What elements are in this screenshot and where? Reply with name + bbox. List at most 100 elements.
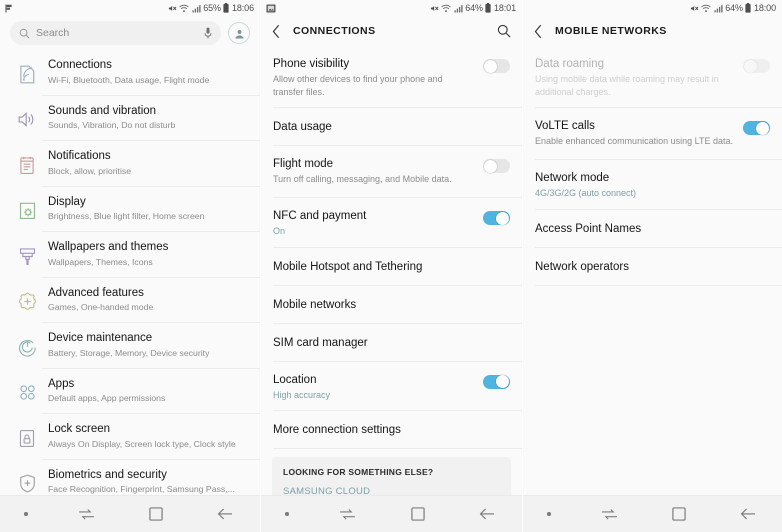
- sidebar-item-wallpapers-and-themes[interactable]: Wallpapers and themes Wallpapers, Themes…: [0, 232, 260, 278]
- signal-bars-icon: [454, 4, 463, 13]
- search-input[interactable]: Search: [10, 21, 221, 45]
- sidebar-item-sublabel: Block, allow, prioritise: [48, 165, 132, 176]
- back-arrow-icon[interactable]: [191, 507, 260, 521]
- back-arrow-icon[interactable]: [452, 507, 522, 521]
- promo-card-area: LOOKING FOR SOMETHING ELSE? SAMSUNG CLOU…: [261, 449, 522, 495]
- status-bar-panel2: 64% 18:01: [261, 0, 522, 16]
- list-item-sublabel: High accuracy: [273, 389, 331, 400]
- clock-label: 18:00: [753, 3, 776, 13]
- navigation-bar-panel3[interactable]: [523, 495, 782, 532]
- mobile-networks-header: MOBILE NETWORKS: [523, 16, 782, 46]
- list-item-sublabel: Using mobile data while roaming may resu…: [535, 74, 719, 97]
- battery-percent-label: 65%: [203, 3, 221, 13]
- list-item-mobile-networks[interactable]: Mobile networks: [261, 285, 522, 324]
- navigation-bar-panel1[interactable]: [0, 495, 260, 532]
- sidebar-item-sublabel: Default apps, App permissions: [48, 393, 166, 403]
- sidebar-item-sublabel: Battery, Storage, Memory, Device securit…: [48, 347, 210, 358]
- connections-list[interactable]: Phone visibility Allow other devices to …: [261, 46, 522, 495]
- recents-icon[interactable]: [52, 508, 121, 521]
- lock-icon: [12, 423, 42, 453]
- list-item-data-usage[interactable]: Data usage: [261, 108, 522, 146]
- list-item-mobile-hotspot-and-tethering[interactable]: Mobile Hotspot and Tethering: [261, 247, 522, 286]
- sidebar-item-device-maintenance[interactable]: Device maintenance Battery, Storage, Mem…: [0, 323, 260, 369]
- paintbrush-icon: [12, 241, 42, 271]
- sidebar-item-biometrics-and-security[interactable]: Biometrics and security Face Recognition…: [0, 459, 260, 496]
- connections-icon: [12, 59, 42, 89]
- list-item-sublabel: Allow other devices to find your phone a…: [273, 74, 443, 97]
- home-square-icon[interactable]: [383, 507, 453, 521]
- signal-bars-icon: [192, 4, 201, 13]
- sidebar-item-notifications[interactable]: Notifications Block, allow, prioritise: [0, 141, 260, 187]
- list-item-nfc-and-payment[interactable]: NFC and payment On: [261, 198, 522, 248]
- sidebar-item-label: Apps: [48, 377, 75, 390]
- list-item-label: More connection settings: [273, 424, 401, 436]
- connections-header: CONNECTIONS: [261, 16, 522, 46]
- settings-root-screen: 65% 18:06 Search Connections Wi-Fi, Blue…: [0, 0, 260, 532]
- back-chevron-icon[interactable]: [272, 24, 281, 39]
- list-item-volte-calls[interactable]: VoLTE calls Enable enhanced communicatio…: [523, 108, 782, 160]
- back-arrow-icon[interactable]: [713, 507, 782, 521]
- recent-dot-indicator: [523, 512, 575, 516]
- wifi-icon: [441, 4, 452, 13]
- nfc-toggle[interactable]: [483, 209, 510, 225]
- sidebar-item-label: Display: [48, 195, 86, 208]
- page-title: MOBILE NETWORKS: [555, 25, 667, 37]
- battery-icon: [223, 3, 230, 13]
- sidebar-item-label: Wallpapers and themes: [48, 241, 169, 253]
- mobile-networks-list[interactable]: Data roaming Using mobile data while roa…: [523, 46, 782, 495]
- list-item-label: VoLTE calls: [535, 120, 595, 132]
- phone-visibility-toggle[interactable]: [483, 57, 510, 73]
- list-item-network-mode[interactable]: Network mode 4G/3G/2G (auto connect): [523, 160, 782, 210]
- status-bar-panel3: 64% 18:00: [523, 0, 782, 16]
- search-icon: [19, 28, 30, 39]
- settings-list-panel1[interactable]: Connections Wi-Fi, Bluetooth, Data usage…: [0, 50, 260, 495]
- list-item-data-roaming: Data roaming Using mobile data while roa…: [523, 46, 782, 108]
- sidebar-item-sublabel: Sounds, Vibration, Do not disturb: [48, 120, 176, 130]
- account-avatar-icon[interactable]: [228, 22, 250, 44]
- device-maintenance-icon: [12, 332, 42, 362]
- back-chevron-icon[interactable]: [534, 24, 543, 39]
- list-item-more-connection-settings[interactable]: More connection settings: [261, 411, 522, 449]
- sidebar-item-connections[interactable]: Connections Wi-Fi, Bluetooth, Data usage…: [0, 50, 260, 96]
- location-toggle[interactable]: [483, 373, 510, 389]
- sidebar-item-label: Biometrics and security: [48, 468, 167, 481]
- sidebar-item-apps[interactable]: Apps Default apps, App permissions: [0, 368, 260, 414]
- flag-notification-icon: [5, 4, 13, 13]
- home-square-icon[interactable]: [121, 507, 190, 521]
- recents-icon[interactable]: [575, 508, 644, 521]
- recents-icon[interactable]: [313, 508, 383, 521]
- row-divider: [273, 448, 522, 449]
- list-item-location[interactable]: Location High accuracy: [261, 361, 522, 411]
- sidebar-item-label: Sounds and vibration: [48, 104, 157, 117]
- search-icon[interactable]: [497, 24, 511, 38]
- wifi-icon: [179, 4, 190, 13]
- flight-mode-toggle[interactable]: [483, 157, 510, 173]
- list-item-network-operators[interactable]: Network operators: [523, 247, 782, 286]
- list-item-label: Network operators: [535, 260, 629, 273]
- list-item-flight-mode[interactable]: Flight mode Turn off calling, messaging,…: [261, 146, 522, 198]
- mobile-networks-screen: 64% 18:00 MOBILE NETWORKS Data roaming U…: [522, 0, 782, 532]
- sidebar-item-display[interactable]: Display Brightness, Blue light filter, H…: [0, 186, 260, 232]
- home-square-icon[interactable]: [644, 507, 713, 521]
- volte-toggle[interactable]: [743, 119, 770, 135]
- status-bar-panel1: 65% 18:06: [0, 0, 260, 16]
- sidebar-item-sublabel: Games, One-handed mode: [48, 302, 154, 312]
- sidebar-item-label: Advanced features: [48, 286, 144, 299]
- list-item-sim-card-manager[interactable]: SIM card manager: [261, 323, 522, 362]
- sidebar-item-sublabel: Face Recognition, Fingerprint, Samsung P…: [48, 484, 235, 494]
- list-item-phone-visibility[interactable]: Phone visibility Allow other devices to …: [261, 46, 522, 108]
- advanced-features-icon: [12, 287, 42, 317]
- sidebar-item-sounds-and-vibration[interactable]: Sounds and vibration Sounds, Vibration, …: [0, 95, 260, 141]
- row-divider: [535, 284, 782, 286]
- samsung-cloud-link[interactable]: SAMSUNG CLOUD: [283, 486, 500, 495]
- sidebar-item-sublabel: Wallpapers, Themes, Icons: [48, 256, 153, 267]
- sidebar-item-sublabel: Wi-Fi, Bluetooth, Data usage, Flight mod…: [48, 74, 210, 85]
- sidebar-item-lock-screen[interactable]: Lock screen Always On Display, Screen lo…: [0, 414, 260, 460]
- shield-plus-icon: [12, 469, 42, 496]
- clock-label: 18:06: [231, 3, 254, 13]
- microphone-icon[interactable]: [204, 27, 212, 39]
- navigation-bar-panel2[interactable]: [261, 495, 522, 532]
- search-placeholder: Search: [36, 27, 70, 39]
- sidebar-item-advanced-features[interactable]: Advanced features Games, One-handed mode: [0, 277, 260, 323]
- list-item-access-point-names[interactable]: Access Point Names: [523, 209, 782, 248]
